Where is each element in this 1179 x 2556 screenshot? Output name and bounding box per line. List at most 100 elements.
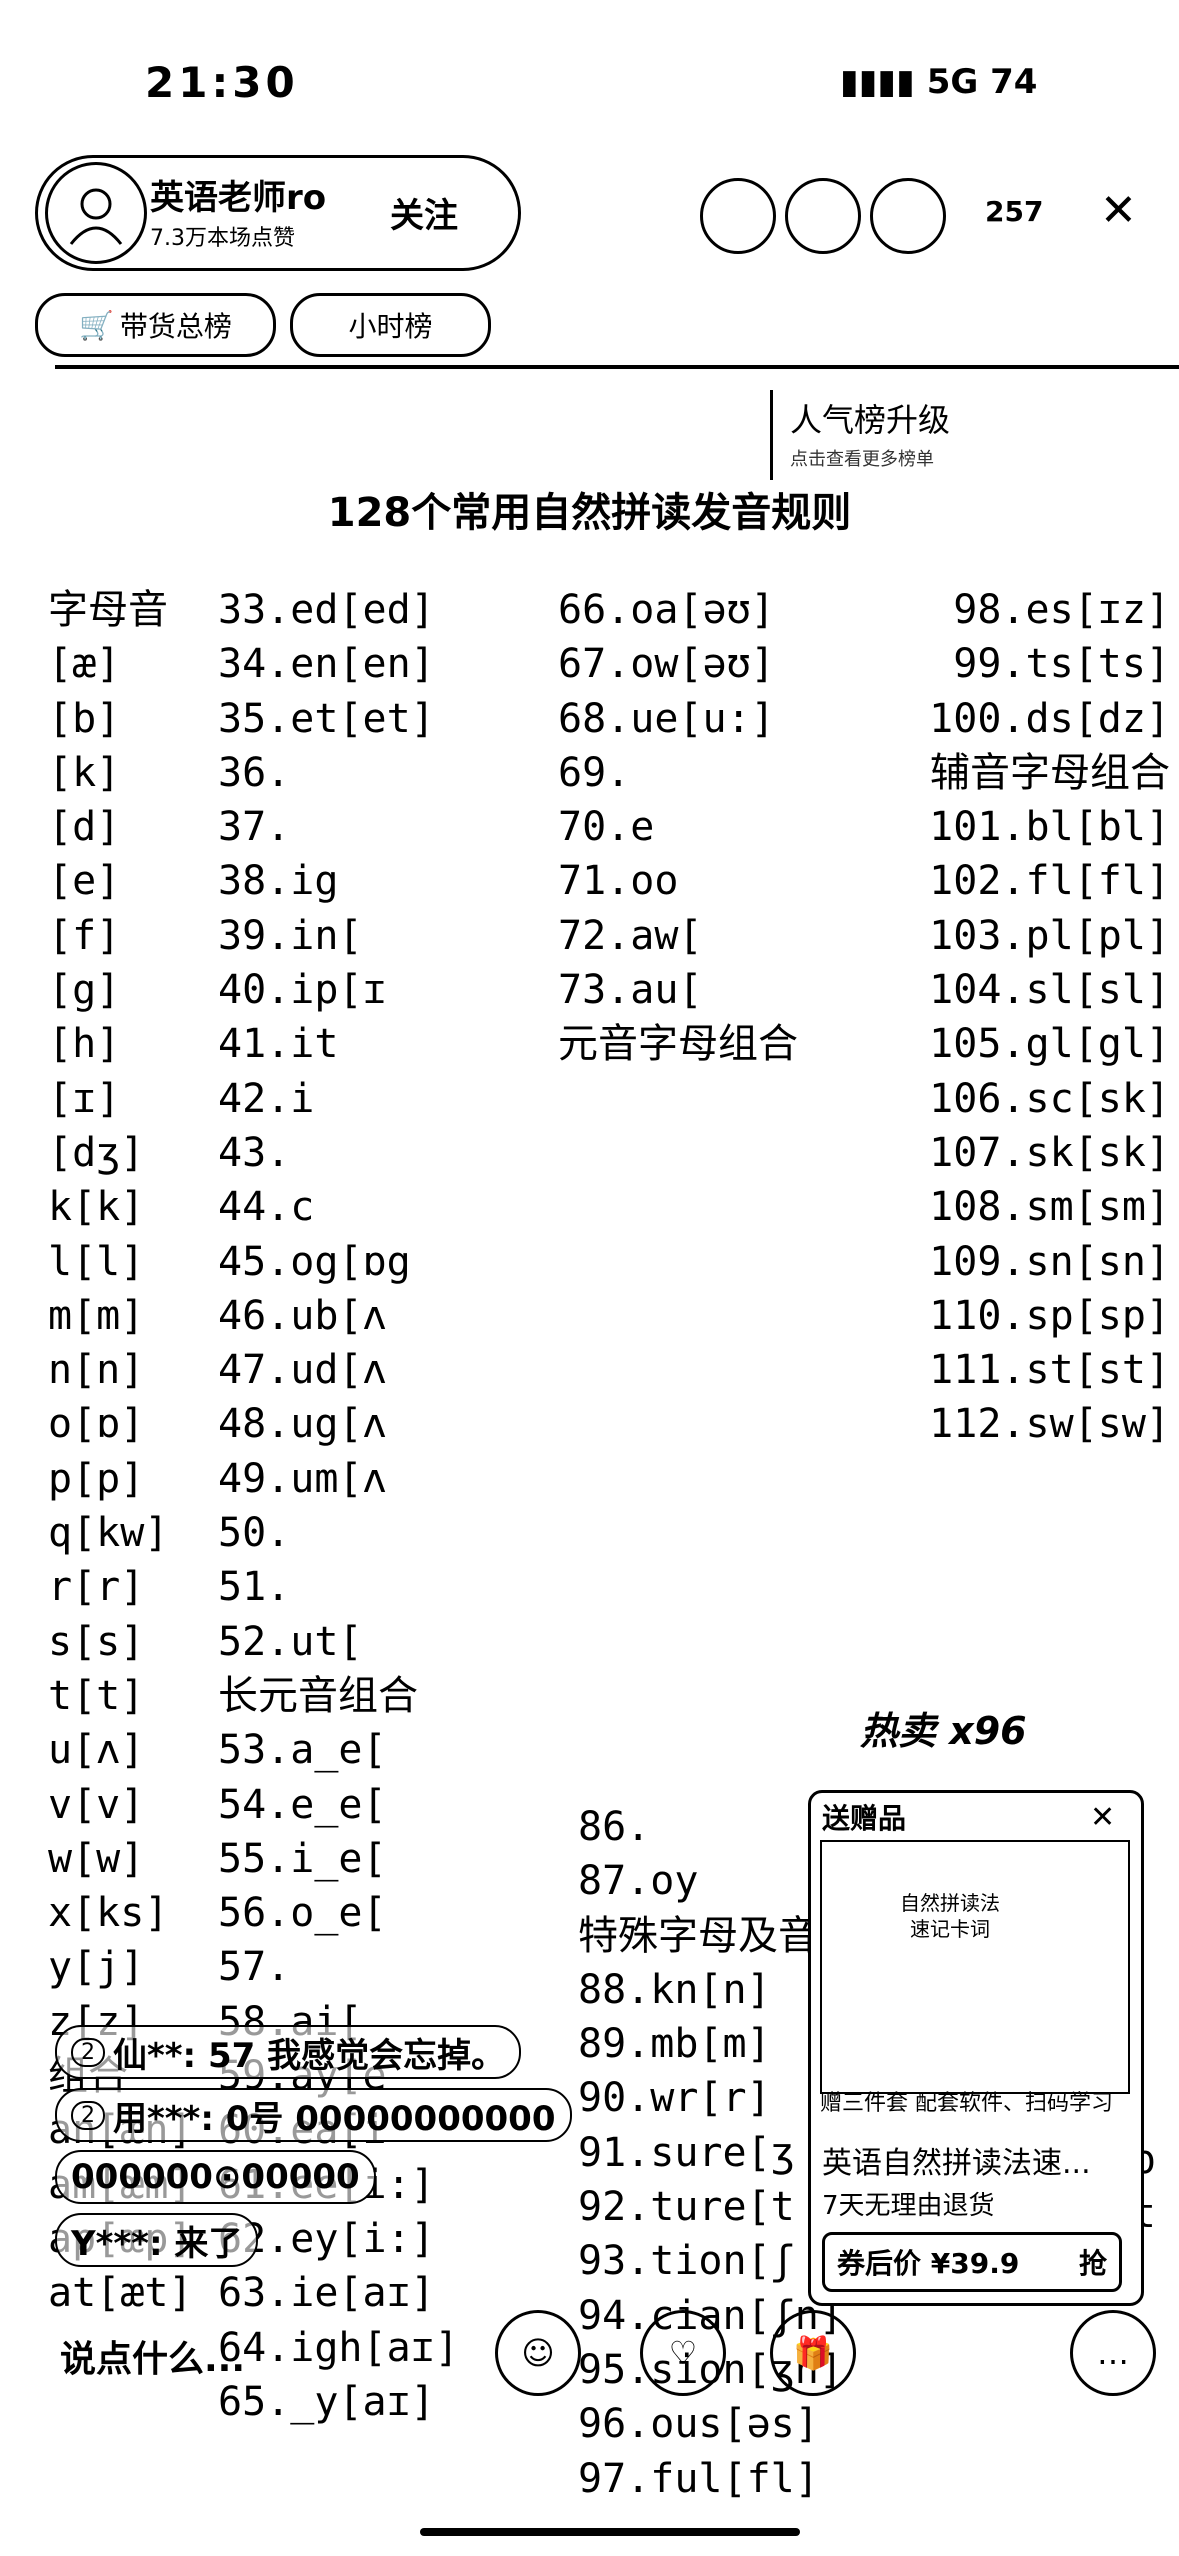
buy-button[interactable]: 抢	[1079, 2242, 1107, 2282]
rule-item: 46.ub[ʌ	[218, 1292, 387, 1339]
column-3: 66.oa[əʊ] 67.ow[əʊ] 68.ue[u:] 69. 70.e 71.oo 7…	[558, 583, 798, 1072]
rule-item: 103.pl[pl]	[929, 912, 1170, 959]
more-icon[interactable]: …	[1070, 2310, 1156, 2396]
chat-message[interactable]: 2 用***: 0号 00000000000	[55, 2088, 572, 2142]
network-label: 5G	[926, 62, 979, 102]
product-image-text: 自然拼读法 速记卡词	[900, 1891, 1000, 1941]
rule-item: 101.bl[bl]	[929, 804, 1170, 851]
gift-icon[interactable]: 🎁	[770, 2310, 856, 2396]
rule-item: 38.ig	[218, 858, 339, 905]
rule-item: 49.um[ʌ	[218, 1455, 387, 1502]
rule-item: 111.st[st]	[929, 1347, 1170, 1394]
rule-item: q[kw]	[48, 1510, 169, 1557]
product-title: 英语自然拼读法速...	[822, 2146, 1091, 2181]
rule-item: 68.ue[u:]	[558, 695, 775, 742]
rule-item: 108.sm[sm]	[929, 1184, 1170, 1231]
follow-button[interactable]: 关注	[390, 188, 458, 237]
rule-item: 109.sn[sn]	[929, 1238, 1170, 1285]
rule-item: 99.ts[ts]	[953, 641, 1170, 688]
rule-item: [h]	[48, 1021, 121, 1068]
comment-input[interactable]: 说点什么...	[60, 2330, 245, 2382]
rule-item: 66.oa[əʊ]	[558, 587, 775, 633]
rule-item: m[m]	[48, 1292, 145, 1339]
buy-bar[interactable]: 券后价 ¥39.9 抢	[822, 2232, 1122, 2292]
hour-rank-tag[interactable]: 小时榜	[290, 293, 491, 357]
rule-item: 92.ture[t	[578, 2184, 795, 2231]
rule-item: 50.	[218, 1510, 291, 1557]
rule-item: p[p]	[48, 1455, 145, 1502]
rule-item: l[l]	[48, 1238, 145, 1285]
column-3-lower: 86. 87.oy 特殊字母及音 88.kn[n] 89.mb[m] 90.wr[r] 91…	[578, 1800, 843, 2506]
rule-item: 43.	[218, 1129, 291, 1176]
user-level-badge: 2	[71, 2037, 105, 2067]
battery-label: 74	[990, 62, 1038, 102]
rule-item: 93.tion[ʃ	[578, 2238, 795, 2285]
rule-item: 长元音组合	[218, 1672, 418, 1719]
viewer-avatar-2[interactable]	[785, 178, 861, 254]
rule-item: 106.sc[sk]	[929, 1075, 1170, 1122]
rule-item: 97.ful[fl]	[578, 2455, 819, 2502]
rule-item: 86.	[578, 1804, 651, 1850]
chat-text: 000000⊙00000	[71, 2157, 360, 2197]
rule-item: 44.c	[218, 1184, 315, 1231]
rule-item: 54.e_e[	[218, 1781, 387, 1828]
sales-rank-tag[interactable]: 🛒 带货总榜	[35, 293, 276, 357]
product-strip: 赠三件套 配套软件、扫码学习	[820, 2091, 1113, 2116]
rule-item: 39.in[	[218, 912, 363, 959]
rule-item: 105.gl[gl]	[929, 1021, 1170, 1068]
heart-icon[interactable]: ♡	[640, 2310, 726, 2396]
signal-icon: ▮▮▮▮	[840, 62, 915, 102]
rule-item: [b]	[48, 695, 121, 742]
rule-item: 91.sure[ʒ	[578, 2129, 795, 2176]
rule-item: 特殊字母及音	[578, 1912, 818, 1959]
viewer-count[interactable]: 257	[985, 195, 1043, 228]
rule-item: 65._y[aɪ]	[218, 2378, 435, 2425]
chat-text: 用***: 0号 00000000000	[113, 2098, 556, 2139]
rule-item: 47.ud[ʌ	[218, 1347, 387, 1394]
rule-item: 67.ow[əʊ]	[558, 641, 775, 688]
rule-item: 63.ie[aɪ]	[218, 2270, 435, 2317]
rule-item: 73.au[	[558, 967, 703, 1014]
rule-item: 42.i	[218, 1075, 315, 1122]
rule-item: 52.ut[	[218, 1618, 363, 1665]
popularity-text: 人气榜升级	[790, 401, 951, 439]
rule-item: k[k]	[48, 1184, 145, 1231]
viewer-avatar-1[interactable]	[700, 178, 776, 254]
divider	[55, 365, 1179, 369]
viewer-avatar-3[interactable]	[870, 178, 946, 254]
rule-item: 89.mb[m]	[578, 2021, 771, 2068]
rule-item: 112.sw[sw]	[929, 1401, 1170, 1448]
status-time: 21:30	[145, 58, 299, 107]
cart-icon: 🛒	[79, 308, 114, 342]
rule-item: at[æt]	[48, 2270, 193, 2317]
rule-item: 88.kn[n]	[578, 1966, 771, 2013]
popularity-sub: 点击查看更多榜单	[790, 449, 934, 470]
host-name: 英语老师ro	[150, 178, 327, 218]
rule-item: [æ]	[48, 641, 121, 688]
rule-item: 64.igh[aɪ]	[218, 2324, 459, 2371]
status-indicators: ▮▮▮▮ 5G 74	[840, 62, 1037, 102]
chat-message[interactable]: Y***: 来了	[55, 2213, 259, 2267]
product-image[interactable]	[820, 1840, 1130, 2094]
rule-item: 34.en[en]	[218, 641, 435, 688]
product-return-policy: 7天无理由退货	[822, 2191, 995, 2221]
rule-item: 70.e	[558, 804, 655, 851]
chat-message[interactable]: 2 仙**: 57 我感觉会忘掉。	[55, 2025, 522, 2079]
rule-item: 37.	[218, 804, 291, 851]
rule-item: 57.	[218, 1944, 291, 1991]
emoji-icon[interactable]: ☺	[495, 2310, 581, 2396]
hot-sales: 热卖 x96	[860, 1709, 1027, 1753]
home-indicator	[420, 2528, 800, 2536]
rule-item: 90.wr[r]	[578, 2075, 771, 2122]
rule-item: [dʒ]	[48, 1129, 145, 1176]
close-icon[interactable]: ✕	[1100, 185, 1137, 236]
rule-item: y[j]	[48, 1944, 145, 1991]
close-icon[interactable]: ✕	[1090, 1800, 1115, 1835]
chat-message[interactable]: 000000⊙00000	[55, 2150, 376, 2204]
rule-item: 56.o_e[	[218, 1890, 387, 1937]
rule-item: 96.ous[əs]	[578, 2401, 819, 2448]
host-avatar[interactable]	[45, 162, 147, 264]
rule-item: 104.sl[sl]	[929, 967, 1170, 1014]
sheet-title: 128个常用自然拼读发音规则	[327, 490, 852, 536]
rule-item: 辅音字母组合	[930, 749, 1170, 796]
